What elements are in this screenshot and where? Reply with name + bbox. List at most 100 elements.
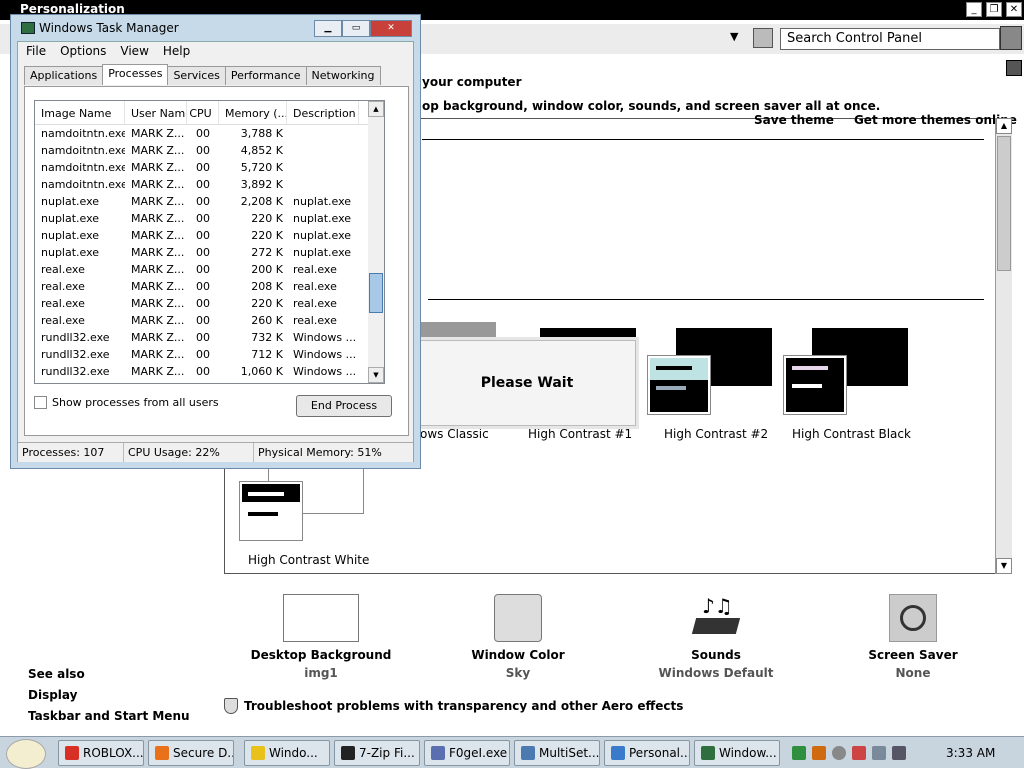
minimize-button[interactable]: ▁ — [314, 20, 342, 37]
table-cell: MARK Z... — [131, 212, 185, 225]
table-cell: Windows ... — [293, 331, 357, 344]
theme-high-contrast-black[interactable]: High Contrast Black — [780, 328, 920, 444]
clock[interactable]: 3:33 AM — [946, 746, 995, 760]
sounds-setting[interactable]: ♪♫ Sounds Windows Default — [641, 594, 791, 680]
see-also-display-link[interactable]: Display — [28, 685, 190, 706]
taskbar-button[interactable]: MultiSet... — [514, 740, 600, 766]
process-list[interactable]: Image Name User Name CPU Memory (... Des… — [34, 100, 385, 384]
scroll-thumb[interactable] — [997, 136, 1011, 271]
checkbox[interactable] — [34, 396, 47, 409]
column-image-name[interactable]: Image Name — [35, 101, 125, 124]
network-icon[interactable] — [792, 746, 806, 760]
table-cell: 260 K — [251, 314, 283, 327]
table-row[interactable]: real.exe MARK Z... 00 208 K real.exe — [35, 278, 384, 295]
menu-bar: File Options View Help — [18, 42, 413, 62]
taskbar-button[interactable]: 7-Zip Fi... — [334, 740, 420, 766]
table-row[interactable]: nuplat.exe MARK Z... 00 220 K nuplat.exe — [35, 210, 384, 227]
refresh-icon[interactable] — [753, 28, 773, 48]
column-user-name[interactable]: User Name — [125, 101, 187, 124]
desktop-background-setting[interactable]: Desktop Background img1 — [246, 594, 396, 680]
security-icon[interactable] — [852, 746, 866, 760]
window-color-setting[interactable]: Window Color Sky — [443, 594, 593, 680]
table-cell: 00 — [196, 314, 210, 327]
save-theme-link[interactable]: Save theme — [754, 113, 834, 127]
column-cpu[interactable]: CPU — [187, 101, 219, 124]
get-more-themes-link[interactable]: Get more themes online — [854, 113, 1017, 127]
menu-help[interactable]: Help — [163, 44, 190, 60]
search-input[interactable]: Search Control Panel — [780, 28, 1000, 50]
app-icon — [65, 746, 79, 760]
table-row[interactable]: real.exe MARK Z... 00 260 K real.exe — [35, 312, 384, 329]
maximize-button[interactable]: ❐ — [986, 2, 1002, 17]
theme-high-contrast-white[interactable]: High Contrast White — [238, 468, 369, 568]
table-row[interactable]: namdoitntn.exe MARK Z... 00 4,852 K — [35, 142, 384, 159]
status-memory: Physical Memory: 51% — [258, 446, 382, 459]
taskbar-button[interactable]: F0geI.exe — [424, 740, 510, 766]
monitor-icon[interactable] — [872, 746, 886, 760]
table-row[interactable]: nuplat.exe MARK Z... 00 272 K nuplat.exe — [35, 244, 384, 261]
troubleshoot-link[interactable]: Troubleshoot problems with transparency … — [224, 698, 683, 714]
search-icon[interactable] — [812, 746, 826, 760]
search-icon[interactable] — [1000, 26, 1022, 50]
maximize-button[interactable]: ▭ — [342, 20, 370, 37]
tab-networking[interactable]: Networking — [305, 66, 381, 85]
process-list-header: Image Name User Name CPU Memory (... Des… — [35, 101, 384, 125]
help-icon[interactable] — [1006, 60, 1022, 76]
table-row[interactable]: namdoitntn.exe MARK Z... 00 3,788 K — [35, 125, 384, 142]
table-row[interactable]: rundll32.exe MARK Z... 00 712 K Windows ... — [35, 346, 384, 363]
minimize-button[interactable]: _ — [966, 2, 982, 17]
process-list-scrollbar[interactable]: ▲ ▼ — [368, 100, 385, 384]
volume-icon[interactable] — [892, 746, 906, 760]
desktop-background-icon — [283, 594, 359, 642]
table-row[interactable]: rundll32.exe MARK Z... 00 1,060 K Windows ..… — [35, 363, 384, 380]
column-description[interactable]: Description — [287, 101, 359, 124]
table-row[interactable]: nuplat.exe MARK Z... 00 2,208 K nuplat.exe — [35, 193, 384, 210]
table-row[interactable]: real.exe MARK Z... 00 220 K real.exe — [35, 295, 384, 312]
please-wait-dialog: Please Wait — [418, 340, 636, 426]
scroll-down-icon[interactable]: ▼ — [996, 558, 1012, 574]
table-row[interactable]: namdoitntn.exe MARK Z... 00 3,892 K — [35, 176, 384, 193]
table-cell: namdoitntn.exe — [41, 127, 125, 140]
taskbar-button[interactable]: ROBLOX... — [58, 740, 144, 766]
table-cell: MARK Z... — [131, 161, 185, 174]
close-button[interactable]: ✕ — [370, 20, 412, 37]
close-button[interactable]: ✕ — [1006, 2, 1022, 17]
start-button[interactable] — [6, 739, 46, 769]
scroll-thumb[interactable] — [369, 273, 383, 313]
menu-file[interactable]: File — [26, 44, 46, 60]
chevron-down-icon[interactable]: ▼ — [730, 30, 738, 43]
table-row[interactable]: nuplat.exe MARK Z... 00 220 K nuplat.exe — [35, 227, 384, 244]
show-all-users-checkbox[interactable]: Show processes from all users — [34, 396, 219, 409]
table-cell: nuplat.exe — [41, 212, 100, 225]
theme-high-contrast-2[interactable]: High Contrast #2 — [646, 328, 776, 444]
table-row[interactable]: rundll32.exe MARK Z... 00 732 K Windows ... — [35, 329, 384, 346]
tab-performance[interactable]: Performance — [224, 66, 307, 85]
taskbar-button-label: F0geI.exe — [449, 746, 508, 760]
taskbar-button[interactable]: Windo... — [244, 740, 330, 766]
app-icon — [341, 746, 355, 760]
menu-options[interactable]: Options — [60, 44, 106, 60]
status-processes: Processes: 107 — [18, 443, 124, 462]
table-row[interactable]: namdoitntn.exe MARK Z... 00 5,720 K — [35, 159, 384, 176]
see-also-taskbar-link[interactable]: Taskbar and Start Menu — [28, 706, 190, 727]
taskbar-button[interactable]: Window... — [694, 740, 780, 766]
table-cell: 3,892 K — [240, 178, 283, 191]
tab-processes[interactable]: Processes — [102, 64, 169, 85]
column-memory[interactable]: Memory (... — [219, 101, 287, 124]
screen-saver-setting[interactable]: Screen Saver None — [838, 594, 988, 680]
scroll-up-icon[interactable]: ▲ — [368, 101, 384, 117]
theme-list-scrollbar[interactable]: ▲ ▼ — [995, 118, 1012, 574]
end-process-button[interactable]: End Process — [296, 395, 392, 417]
tab-applications[interactable]: Applications — [24, 66, 104, 85]
taskbar-button[interactable]: Secure D... — [148, 740, 234, 766]
menu-view[interactable]: View — [120, 44, 148, 60]
smiley-icon[interactable] — [832, 746, 846, 760]
scroll-up-icon[interactable]: ▲ — [996, 118, 1012, 134]
table-cell: 00 — [196, 297, 210, 310]
table-cell: real.exe — [293, 280, 337, 293]
table-row[interactable]: real.exe MARK Z... 00 200 K real.exe — [35, 261, 384, 278]
scroll-down-icon[interactable]: ▼ — [368, 367, 384, 383]
taskbar-button[interactable]: Personal... — [604, 740, 690, 766]
table-cell: real.exe — [41, 314, 85, 327]
tab-services[interactable]: Services — [167, 66, 226, 85]
